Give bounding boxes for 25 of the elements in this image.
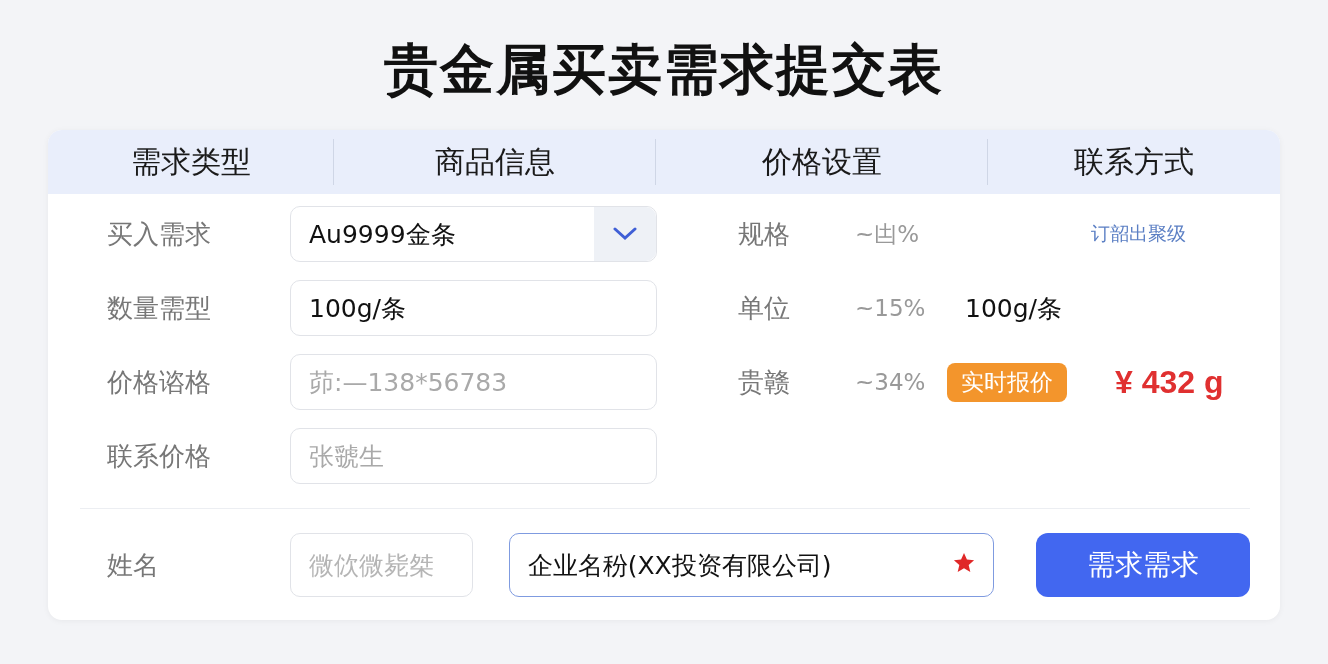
page-title: 贵金属买卖需求提交表 [383,37,945,103]
input-field[interactable]: 100g/条 [290,280,657,336]
field-label: 买入需求 [107,217,212,251]
field-label: 规格 [738,217,791,251]
column-header: 需求类型 [129,143,252,181]
field-label: 单位 [738,291,791,325]
field-label: 联系价格 [107,439,212,473]
column-header: 联系方式 [987,139,1280,185]
note-text: 订韶出聚级 [1091,221,1187,246]
chevron-down-icon [613,227,637,241]
column-header: 商品信息 [333,139,655,185]
percent-value: ~15% [855,295,927,321]
quote-badge: 实时报价 [947,362,1067,402]
price-value: ¥ 432 g [1115,363,1224,402]
field-label: 数量需型 [107,291,212,325]
field-label: 贵赣 [738,365,791,399]
field-label: 价格谘格 [107,365,212,399]
field-label: 姓名 [107,548,160,582]
unit-value: 100g/条 [964,292,1063,325]
input-field[interactable]: 企业名秎(XX投资有限公司) [508,533,995,597]
percent-value: ~凷% [855,219,921,249]
column-header: 价格设置 [655,139,987,185]
percent-value: ~34% [855,369,927,395]
submit-button[interactable]: 需求需求 [1036,533,1250,597]
dropdown-field[interactable]: Au9999金条 [290,206,657,262]
